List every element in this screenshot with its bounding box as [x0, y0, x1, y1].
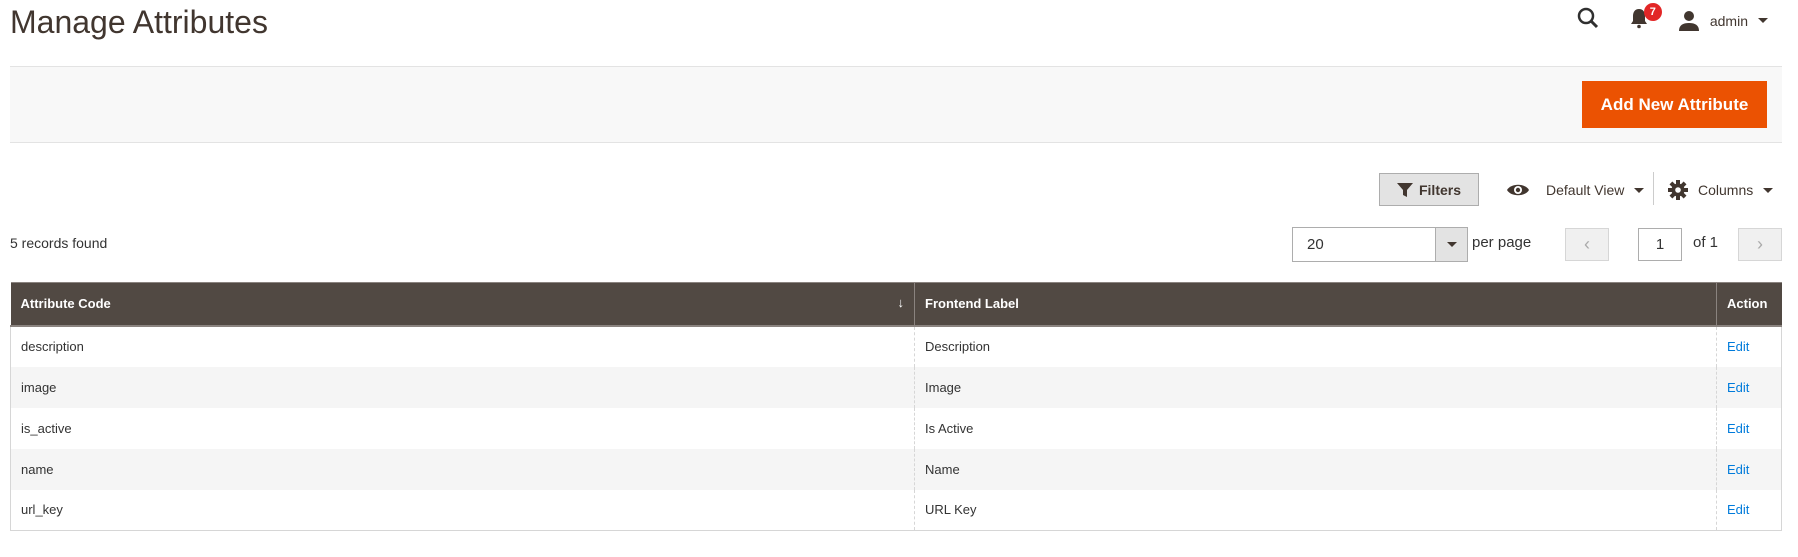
user-name: admin	[1709, 12, 1748, 29]
columns-selector[interactable]: Columns	[1668, 176, 1774, 204]
previous-page-button[interactable]: ‹	[1565, 228, 1609, 261]
per-page-label: per page	[1472, 234, 1532, 251]
page-actions-bar	[10, 66, 1782, 143]
per-page-value: 20	[1307, 236, 1324, 253]
page-title: Manage Attributes	[10, 4, 268, 40]
chevron-left-icon: ‹	[1584, 234, 1590, 254]
column-header-frontend-label[interactable]: Frontend Label	[914, 282, 1717, 327]
chevron-down-icon	[1758, 18, 1768, 23]
action-cell: Edit	[1716, 448, 1782, 490]
frontend-label-cell: Name	[914, 448, 1717, 490]
per-page-dropdown-button[interactable]	[1435, 228, 1467, 261]
page-number-input[interactable]: 1	[1638, 228, 1682, 261]
divider	[1653, 172, 1654, 205]
table-row: is_active Is Active Edit	[10, 407, 1782, 449]
chevron-down-icon	[1634, 187, 1645, 193]
add-new-attribute-button[interactable]: Add New Attribute	[1582, 81, 1767, 128]
next-page-button[interactable]: ›	[1738, 228, 1782, 261]
attribute-code-cell: description	[10, 325, 915, 367]
frontend-label-cell: URL Key	[914, 489, 1717, 531]
edit-link[interactable]: Edit	[1727, 421, 1749, 436]
table-row: name Name Edit	[10, 448, 1782, 490]
view-selector[interactable]: Default View	[1506, 176, 1645, 204]
columns-label: Columns	[1698, 182, 1754, 198]
chevron-down-icon	[1763, 187, 1774, 193]
attribute-code-cell: image	[10, 366, 915, 408]
attributes-grid: Attribute Code ↓ Frontend Label Action de…	[10, 282, 1782, 531]
attribute-code-cell: name	[10, 448, 915, 490]
filters-button[interactable]: Filters	[1379, 173, 1479, 206]
action-cell: Edit	[1716, 366, 1782, 408]
table-row: url_key URL Key Edit	[10, 489, 1782, 531]
search-icon[interactable]	[1576, 6, 1600, 35]
notifications-button[interactable]: 7	[1630, 3, 1662, 34]
edit-link[interactable]: Edit	[1727, 339, 1749, 354]
attribute-code-cell: is_active	[10, 407, 915, 449]
frontend-label-cell: Image	[914, 366, 1717, 408]
records-count: 5 records found	[10, 235, 108, 251]
chevron-down-icon	[1446, 242, 1457, 247]
frontend-label-cell: Is Active	[914, 407, 1717, 449]
total-pages: of 1	[1693, 234, 1719, 251]
sort-arrow-down-icon: ↓	[897, 295, 905, 310]
table-row: image Image Edit	[10, 366, 1782, 408]
edit-link[interactable]: Edit	[1727, 380, 1749, 395]
eye-icon	[1507, 184, 1529, 196]
action-cell: Edit	[1716, 489, 1782, 531]
view-label: Default View	[1546, 182, 1625, 198]
chevron-right-icon: ›	[1757, 234, 1763, 254]
gear-icon	[1668, 180, 1688, 200]
notification-badge: 7	[1643, 3, 1662, 21]
table-row: description Description Edit	[10, 325, 1782, 367]
edit-link[interactable]: Edit	[1727, 502, 1749, 517]
frontend-label-cell: Description	[914, 325, 1717, 367]
attribute-code-cell: url_key	[10, 489, 915, 531]
user-icon	[1678, 10, 1699, 31]
admin-header-actions: 7 admin	[1576, 3, 1768, 35]
filter-icon	[1396, 182, 1413, 197]
action-cell: Edit	[1716, 325, 1782, 367]
column-header-attribute-code[interactable]: Attribute Code ↓	[10, 282, 915, 327]
per-page-select[interactable]: 20	[1292, 227, 1468, 262]
column-label: Attribute Code	[20, 296, 111, 312]
filters-label: Filters	[1418, 181, 1461, 198]
column-header-action: Action	[1716, 282, 1782, 327]
edit-link[interactable]: Edit	[1727, 462, 1749, 477]
action-cell: Edit	[1716, 407, 1782, 449]
user-menu[interactable]: admin	[1678, 10, 1768, 32]
